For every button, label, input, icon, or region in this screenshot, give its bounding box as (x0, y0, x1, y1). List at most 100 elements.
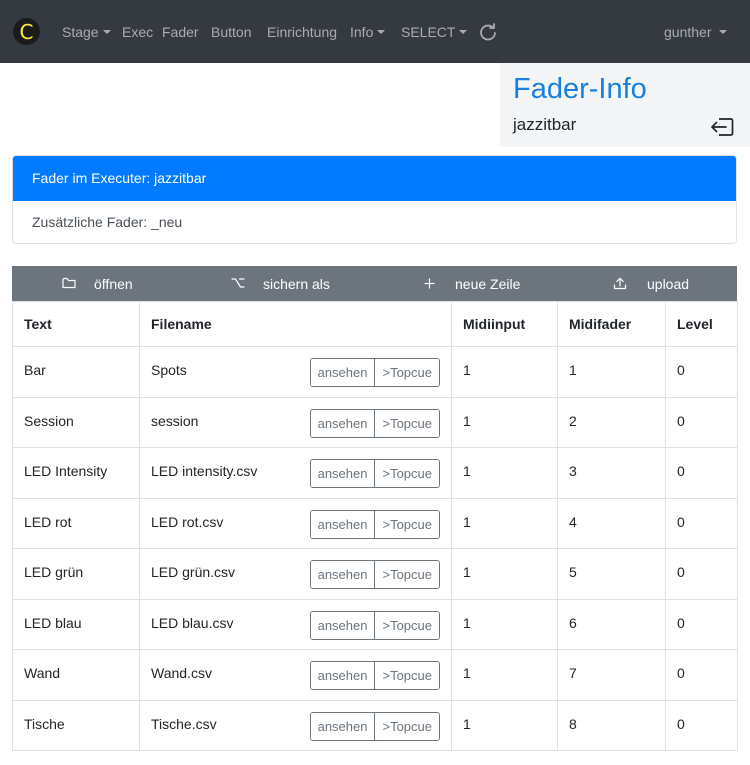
cell-midifader: 8 (557, 699, 666, 751)
cell-midiinput: 1 (451, 598, 558, 650)
topcue-button[interactable]: >Topcue (374, 662, 439, 689)
cell-midifader: 1 (557, 346, 666, 398)
upload-button[interactable]: upload (607, 266, 717, 301)
cell-midiinput: 1 (451, 548, 558, 600)
filename-text: LED rot.csv (151, 513, 224, 530)
filename-text: Spots (151, 362, 187, 378)
column-header-filename: Filename (139, 301, 452, 347)
view-button[interactable]: ansehen (310, 611, 375, 639)
table-row[interactable]: Session session ansehen >Topcue 1 2 0 (12, 396, 738, 448)
upload-label: upload (647, 276, 690, 292)
filename-text: Wand.csv (151, 665, 212, 681)
topcue-button[interactable]: >Topcue (374, 409, 439, 437)
cell-text: Tische (12, 699, 140, 751)
caret-down-icon (459, 30, 468, 34)
column-header-text: Text (12, 301, 140, 347)
app-logo[interactable]: C (13, 18, 40, 45)
folder-icon (62, 277, 76, 289)
caret-down-icon (719, 30, 728, 34)
new-row-label: neue Zeile (455, 276, 521, 292)
table-row[interactable]: LED blau LED blau.csv ansehen >Topcue 1 6 0 (12, 598, 738, 650)
table-body: Bar Spots ansehen >Topcue 1 1 0 Session session a… (12, 346, 738, 751)
cell-filename: LED intensity.csv ansehen >Topcue (139, 447, 452, 499)
cell-midifader: 3 (557, 447, 666, 499)
row-action-group: ansehen >Topcue (309, 560, 440, 589)
view-button[interactable]: ansehen (310, 510, 375, 538)
caret-down-icon (102, 30, 111, 34)
cell-level: 0 (665, 497, 738, 549)
row-action-group: ansehen >Topcue (309, 509, 440, 539)
view-button[interactable]: ansehen (310, 561, 375, 588)
view-button[interactable]: ansehen (310, 662, 375, 689)
nav-einrichtung[interactable]: Einrichtung (267, 24, 337, 40)
column-header-midiinput: Midiinput (451, 301, 558, 347)
open-button[interactable]: öffnen (52, 266, 192, 301)
filename-text: LED intensity.csv (151, 463, 258, 479)
logo-glyph: C (19, 19, 34, 44)
logout-icon[interactable] (710, 117, 734, 137)
row-action-group: ansehen >Topcue (309, 358, 440, 387)
list-item-additional-fader[interactable]: Zusätzliche Fader: _neu (13, 201, 736, 243)
save-as-label: sichern als (263, 276, 330, 292)
table-row[interactable]: LED grün LED grün.csv ansehen >Topcue 1 5 0 (12, 548, 738, 600)
cell-filename: Wand.csv ansehen >Topcue (139, 649, 452, 701)
nav-stage-dropdown[interactable]: Stage (62, 24, 111, 40)
view-button[interactable]: ansehen (310, 359, 375, 386)
user-menu-dropdown[interactable]: gunther (664, 24, 728, 40)
filename-text: Tische.csv (151, 715, 217, 732)
filename-text: session (151, 412, 199, 429)
option-key-icon (231, 278, 245, 288)
table-row[interactable]: LED Intensity LED intensity.csv ansehen >To… (12, 447, 738, 499)
caret-down-icon (377, 30, 386, 34)
topcue-button[interactable]: >Topcue (374, 712, 439, 740)
nav-select-dropdown[interactable]: SELECT (401, 24, 468, 40)
list-item-active[interactable]: Fader im Executer: jazzitbar (13, 156, 736, 201)
topcue-button[interactable]: >Topcue (374, 561, 439, 588)
nav-info-dropdown[interactable]: Info (350, 24, 386, 40)
cell-midiinput: 1 (451, 396, 558, 448)
table-row[interactable]: Tische Tische.csv ansehen >Topcue 1 8 0 (12, 699, 738, 751)
nav-exec[interactable]: Exec (122, 24, 153, 40)
new-row-button[interactable]: neue Zeile (417, 266, 547, 301)
topcue-button[interactable]: >Topcue (374, 611, 439, 639)
table-row[interactable]: LED rot LED rot.csv ansehen >Topcue 1 4 0 (12, 497, 738, 549)
upload-icon (613, 277, 627, 290)
cell-text: LED blau (12, 598, 140, 650)
topcue-button[interactable]: >Topcue (374, 359, 439, 386)
save-as-button[interactable]: sichern als (222, 266, 372, 301)
cell-midiinput: 1 (451, 447, 558, 499)
nav-button[interactable]: Button (211, 24, 251, 40)
cell-level: 0 (665, 346, 738, 398)
row-action-group: ansehen >Topcue (309, 408, 440, 438)
cell-text: Wand (12, 649, 140, 701)
cell-filename: Spots ansehen >Topcue (139, 346, 452, 398)
nav-einrichtung-label: Einrichtung (267, 24, 338, 40)
user-name: gunther (664, 24, 712, 40)
view-button[interactable]: ansehen (310, 712, 375, 740)
cell-level: 0 (665, 447, 738, 499)
page-subtitle: jazzitbar (513, 115, 577, 134)
row-action-group: ansehen >Topcue (309, 459, 440, 488)
cell-filename: Tische.csv ansehen >Topcue (139, 699, 452, 751)
view-button[interactable]: ansehen (310, 460, 375, 487)
cell-text: LED grün (12, 548, 140, 600)
cell-midiinput: 1 (451, 497, 558, 549)
row-action-group: ansehen >Topcue (309, 610, 440, 640)
nav-stage-label: Stage (62, 24, 99, 40)
row-action-group: ansehen >Topcue (309, 711, 440, 741)
table-row[interactable]: Wand Wand.csv ansehen >Topcue 1 7 0 (12, 649, 738, 701)
reload-icon[interactable] (478, 23, 498, 43)
cell-filename: LED rot.csv ansehen >Topcue (139, 497, 452, 549)
nav-fader[interactable]: Fader (162, 24, 199, 40)
page-title: Fader-Info (513, 73, 647, 105)
filename-text: LED grün.csv (151, 564, 236, 580)
view-button[interactable]: ansehen (310, 409, 375, 437)
topcue-button[interactable]: >Topcue (374, 510, 439, 538)
topcue-button[interactable]: >Topcue (374, 460, 439, 487)
cell-midifader: 4 (557, 497, 666, 549)
cell-level: 0 (665, 548, 738, 600)
cell-midifader: 7 (557, 649, 666, 701)
cell-text: LED Intensity (12, 447, 140, 499)
nav-select-label: SELECT (401, 24, 456, 40)
table-row[interactable]: Bar Spots ansehen >Topcue 1 1 0 (12, 346, 738, 398)
